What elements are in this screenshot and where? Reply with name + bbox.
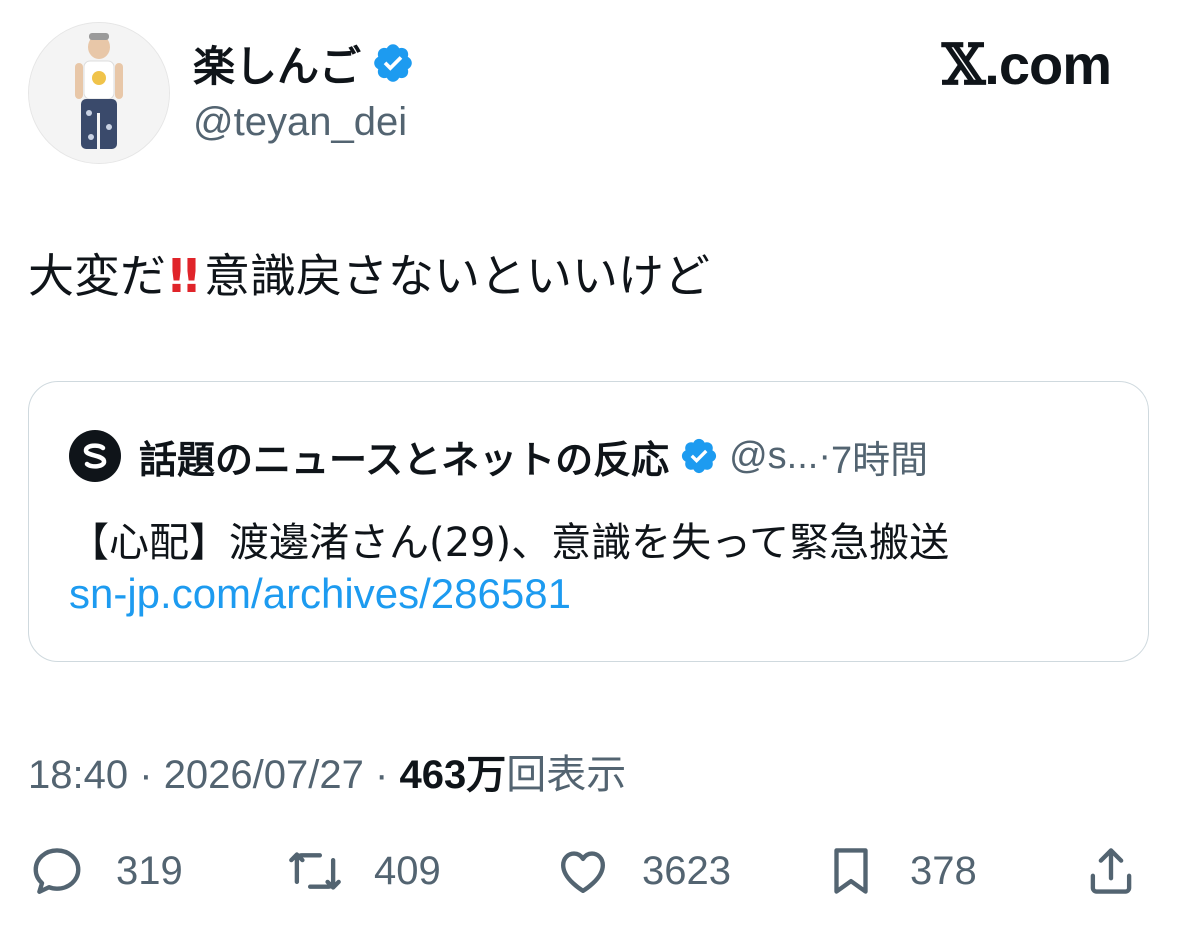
bookmark-icon — [834, 848, 868, 894]
s-logo-icon — [83, 443, 107, 469]
tweet-text-part-2: 意識戻さないといいけど — [203, 249, 710, 303]
tweet-time[interactable]: 18:40 — [28, 753, 128, 797]
quoted-tweet-card[interactable]: 話題のニュースとネットの反応 @s... · 7時間 【心配】渡邊渚さん(29)… — [28, 381, 1149, 662]
share-icon — [1090, 848, 1132, 894]
author-handle[interactable]: @teyan_dei — [193, 100, 407, 145]
tweet-screenshot: 楽しんご @teyan_dei 𝕏.com 大変だ!! 意識戻さないといいけど 話… — [0, 0, 1179, 930]
quoted-handle[interactable]: @s... — [729, 435, 818, 478]
author-avatar[interactable] — [28, 22, 170, 164]
like-button[interactable]: 3623 — [554, 838, 731, 904]
quoted-author-name[interactable]: 話題のニュースとネットの反応 — [139, 429, 669, 484]
bookmark-count: 378 — [910, 848, 977, 893]
retweet-button[interactable]: 409 — [286, 838, 441, 904]
quoted-verified-badge-icon — [679, 436, 719, 476]
reply-count: 319 — [116, 848, 183, 893]
tweet-date[interactable]: 2026/07/27 — [164, 753, 364, 797]
author-name-row[interactable]: 楽しんご — [193, 36, 415, 91]
tweet-meta-row: 18:40 · 2026/07/27 · 463万回表示 — [28, 742, 626, 800]
meta-separator-2: · — [375, 753, 389, 797]
tweet-text: 大変だ!! 意識戻さないといいけど — [28, 246, 710, 306]
quoted-tweet-text: 【心配】渡邊渚さん(29)、意識を失って緊急搬送 — [69, 520, 950, 566]
tweet-text-part-1: 大変だ — [28, 249, 166, 303]
avatar-photo — [29, 23, 169, 163]
action-bar: 319 409 3623 378 — [28, 838, 1149, 904]
bookmark-button[interactable]: 378 — [822, 838, 977, 904]
quoted-tweet-link[interactable]: sn-jp.com/archives/286581 — [69, 570, 571, 618]
share-button[interactable] — [1082, 838, 1140, 904]
views-count: 463万 — [399, 753, 507, 797]
reply-icon — [33, 848, 81, 894]
meta-separator-1: · — [139, 753, 153, 797]
like-count: 3623 — [642, 848, 731, 893]
x-logo-icon: 𝕏 — [941, 32, 985, 98]
quoted-separator: · — [818, 434, 832, 477]
views-label: 回表示 — [506, 753, 627, 797]
x-com-logo: 𝕏.com — [941, 32, 1112, 98]
quoted-tweet-header: 話題のニュースとネットの反応 @s... · 7時間 — [69, 430, 928, 482]
reply-button[interactable]: 319 — [28, 838, 183, 904]
quoted-time-ago[interactable]: 7時間 — [831, 429, 928, 484]
author-display-name[interactable]: 楽しんご — [193, 33, 361, 94]
double-exclamation-emoji: !! — [166, 249, 202, 303]
retweet-icon — [289, 852, 341, 890]
verified-badge-icon[interactable] — [371, 41, 415, 85]
brand-domain: .com — [984, 33, 1112, 96]
heart-icon — [561, 851, 605, 893]
quoted-avatar[interactable] — [69, 430, 121, 482]
retweet-count: 409 — [374, 848, 441, 893]
